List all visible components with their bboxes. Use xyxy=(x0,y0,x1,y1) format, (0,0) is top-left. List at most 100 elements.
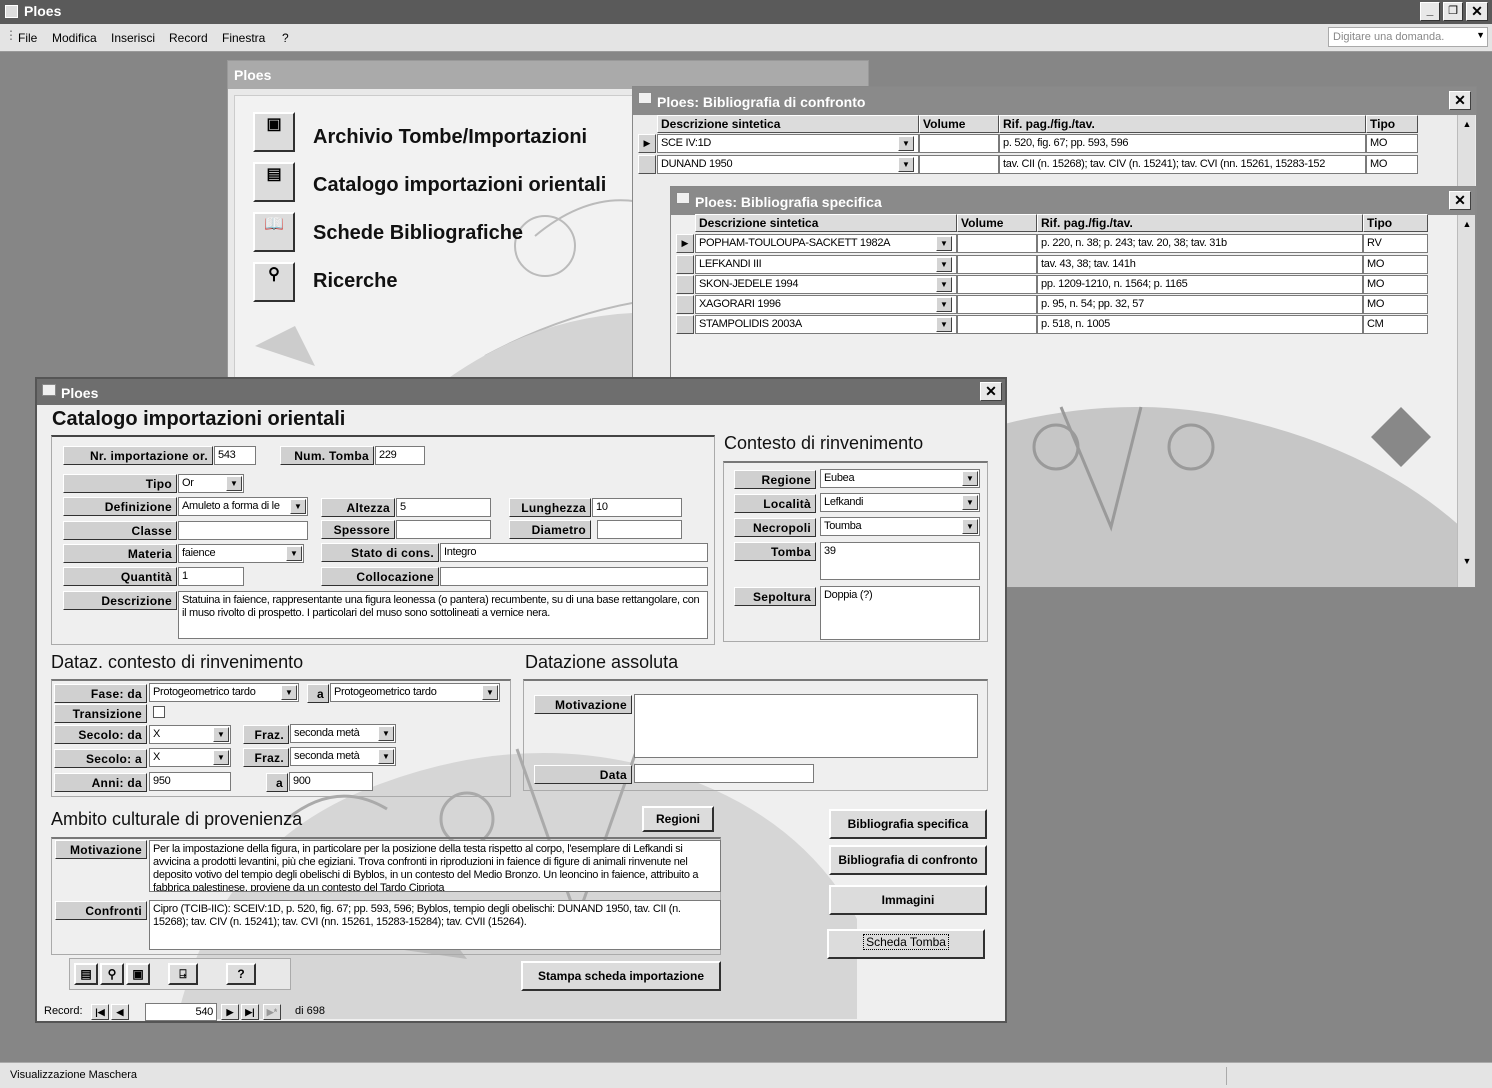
confronti-field[interactable]: Cipro (TCIB-IIC): SCEIV:1D, p. 520, fig.… xyxy=(149,900,721,950)
close-icon[interactable]: ✕ xyxy=(1449,191,1471,210)
record-current-field[interactable]: 540 xyxy=(145,1003,217,1021)
close-icon[interactable]: ✕ xyxy=(980,382,1002,401)
cell-tipo[interactable]: MO xyxy=(1366,134,1418,153)
chevron-down-icon[interactable]: ▼ xyxy=(962,495,978,510)
stampa-scheda-button[interactable]: Stampa scheda importazione xyxy=(521,961,721,991)
chevron-down-icon[interactable]: ▼ xyxy=(936,317,952,332)
definizione-select[interactable]: Amuleto a forma di le xyxy=(178,497,308,516)
chevron-down-icon[interactable]: ▼ xyxy=(962,519,978,534)
chevron-down-icon[interactable]: ▼ xyxy=(962,471,978,486)
collocazione-field[interactable] xyxy=(440,567,708,586)
row-selector[interactable] xyxy=(676,295,694,314)
row-selector[interactable] xyxy=(676,315,694,334)
chevron-down-icon[interactable]: ▼ xyxy=(281,685,297,700)
cell-rif[interactable]: tav. CII (n. 15268); tav. CIV (n. 15241)… xyxy=(999,155,1366,174)
menu-help[interactable]: ? xyxy=(282,31,289,45)
switchboard-catalog-button[interactable]: ▤ xyxy=(253,162,295,202)
row-selector-current[interactable]: ▶ xyxy=(676,234,694,253)
scroll-up-icon[interactable]: ▲ xyxy=(1459,216,1475,232)
vertical-scrollbar[interactable]: ▲ ▼ xyxy=(1457,215,1475,587)
nr-importazione-field[interactable]: 543 xyxy=(214,446,256,465)
chevron-down-icon[interactable]: ▼ xyxy=(936,236,952,251)
minimize-button[interactable]: _ xyxy=(1420,2,1440,21)
num-tomba-field[interactable]: 229 xyxy=(375,446,425,465)
restore-button[interactable]: ❐ xyxy=(1443,2,1463,21)
chevron-down-icon[interactable]: ▼ xyxy=(226,476,242,491)
chevron-down-icon[interactable]: ▼ xyxy=(378,726,394,741)
diametro-field[interactable] xyxy=(597,520,682,539)
row-selector[interactable] xyxy=(638,155,656,174)
immagini-button[interactable]: Immagini xyxy=(829,885,987,915)
new-record-icon[interactable]: ▶* xyxy=(263,1004,281,1020)
cell-volume[interactable] xyxy=(957,315,1037,334)
cell-rif[interactable]: p. 95, n. 54; pp. 32, 57 xyxy=(1037,295,1363,314)
close-app-button[interactable]: ✕ xyxy=(1466,2,1488,21)
stato-field[interactable]: Integro xyxy=(440,543,708,562)
chevron-down-icon[interactable]: ▼ xyxy=(936,277,952,292)
lunghezza-field[interactable]: 10 xyxy=(592,498,682,517)
cell-tipo[interactable]: MO xyxy=(1363,295,1428,314)
cell-descrizione[interactable]: XAGORARI 1996 xyxy=(695,295,957,314)
motivazione-abs-field[interactable] xyxy=(634,694,978,758)
close-icon[interactable]: ✕ xyxy=(1449,91,1471,110)
cell-descrizione[interactable]: STAMPOLIDIS 2003A xyxy=(695,315,957,334)
previous-record-icon[interactable]: ◀ xyxy=(111,1004,129,1020)
exit-button[interactable]: ⍈ xyxy=(168,963,198,985)
menu-file[interactable]: File xyxy=(18,31,37,45)
descrizione-field[interactable]: Statuina in faience, rappresentante una … xyxy=(178,591,708,639)
localita-select[interactable]: Lefkandi xyxy=(820,493,980,512)
chevron-down-icon[interactable]: ▼ xyxy=(936,297,952,312)
menu-record[interactable]: Record xyxy=(169,31,208,45)
scroll-up-icon[interactable]: ▲ xyxy=(1459,116,1475,132)
cell-rif[interactable]: p. 220, n. 38; p. 243; tav. 20, 38; tav.… xyxy=(1037,234,1363,253)
sepoltura-field[interactable]: Doppia (?) xyxy=(820,586,980,640)
row-selector[interactable] xyxy=(676,255,694,274)
find-button[interactable]: ⚲ xyxy=(100,963,124,985)
cell-descrizione[interactable]: POPHAM-TOULOUPA-SACKETT 1982A xyxy=(695,234,957,253)
cell-descrizione[interactable]: SCE IV:1D xyxy=(657,134,919,153)
first-record-icon[interactable]: |◀ xyxy=(91,1004,109,1020)
cell-descrizione[interactable]: DUNAND 1950 xyxy=(657,155,919,174)
tomba-field[interactable]: 39 xyxy=(820,542,980,580)
switchboard-archive-button[interactable]: ▣ xyxy=(253,112,295,152)
cell-rif[interactable]: pp. 1209-1210, n. 1564; p. 1165 xyxy=(1037,275,1363,294)
fase-a-select[interactable]: Protogeometrico tardo xyxy=(330,683,500,702)
chevron-down-icon[interactable]: ▼ xyxy=(898,157,914,172)
next-record-icon[interactable]: ▶ xyxy=(221,1004,239,1020)
cell-descrizione[interactable]: SKON-JEDELE 1994 xyxy=(695,275,957,294)
cell-volume[interactable] xyxy=(957,255,1037,274)
cell-rif[interactable]: p. 518, n. 1005 xyxy=(1037,315,1363,334)
scheda-tomba-button[interactable]: Scheda Tomba xyxy=(827,929,985,959)
bibliografia-confronto-button[interactable]: Bibliografia di confronto xyxy=(829,845,987,875)
regioni-button[interactable]: Regioni xyxy=(642,806,714,832)
row-selector-current[interactable]: ▶ xyxy=(638,134,656,153)
anni-a-field[interactable]: 900 xyxy=(289,772,373,791)
cell-rif[interactable]: tav. 43, 38; tav. 141h xyxy=(1037,255,1363,274)
cell-volume[interactable] xyxy=(957,295,1037,314)
chevron-down-icon[interactable]: ▼ xyxy=(1476,30,1485,40)
menu-finestra[interactable]: Finestra xyxy=(222,31,265,45)
cell-rif[interactable]: p. 520, fig. 67; pp. 593, 596 xyxy=(999,134,1366,153)
fase-da-select[interactable]: Protogeometrico tardo xyxy=(149,683,299,702)
bibliografia-specifica-button[interactable]: Bibliografia specifica xyxy=(829,809,987,839)
cell-volume[interactable] xyxy=(919,134,999,153)
motivazione-cult-field[interactable]: Per la impostazione della figura, in par… xyxy=(149,840,721,892)
chevron-down-icon[interactable]: ▼ xyxy=(898,136,914,151)
row-selector[interactable] xyxy=(676,275,694,294)
chevron-down-icon[interactable]: ▼ xyxy=(213,727,229,742)
chevron-down-icon[interactable]: ▼ xyxy=(482,685,498,700)
chevron-down-icon[interactable]: ▼ xyxy=(286,546,302,561)
print-button[interactable]: ▣ xyxy=(126,963,150,985)
cell-volume[interactable] xyxy=(957,234,1037,253)
menu-inserisci[interactable]: Inserisci xyxy=(111,31,155,45)
data-field[interactable] xyxy=(634,764,814,783)
chevron-down-icon[interactable]: ▼ xyxy=(378,749,394,764)
chevron-down-icon[interactable]: ▼ xyxy=(213,750,229,765)
cell-tipo[interactable]: RV xyxy=(1363,234,1428,253)
cell-volume[interactable] xyxy=(957,275,1037,294)
necropoli-select[interactable]: Toumba xyxy=(820,517,980,536)
help-question-box[interactable]: Digitare una domanda. ▼ xyxy=(1328,27,1488,47)
switchboard-search-button[interactable]: ⚲ xyxy=(253,262,295,302)
transizione-checkbox[interactable] xyxy=(153,706,165,718)
altezza-field[interactable]: 5 xyxy=(396,498,491,517)
